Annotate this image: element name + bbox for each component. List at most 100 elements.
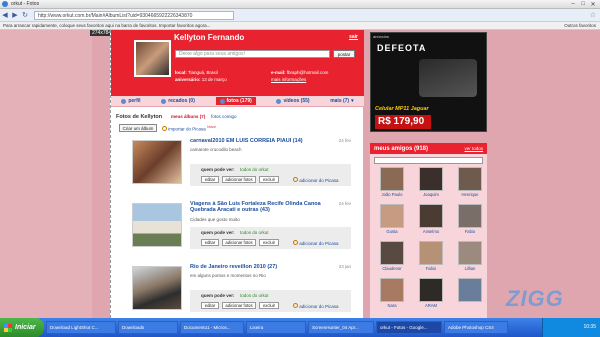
add-photos-button[interactable]: adicionar fotos <box>222 302 256 309</box>
taskbar-item[interactable]: Download LightShot C... <box>46 321 116 334</box>
friend-name[interactable]: Fabio <box>413 266 449 271</box>
page-title: Fotos de Kellyton <box>116 114 163 120</box>
friend-search-input[interactable] <box>374 157 483 164</box>
friend-item[interactable]: Anselmo <box>413 204 449 237</box>
friend-name[interactable]: Claudenor <box>374 266 410 271</box>
friend-item[interactable]: Henrique <box>452 167 488 200</box>
friend-avatar[interactable] <box>380 204 404 228</box>
friend-item[interactable]: Joaquim <box>413 167 449 200</box>
delete-album-button[interactable]: excluir <box>259 176 279 183</box>
import-picasa-link[interactable]: importar do Picasa Novo! <box>162 125 216 132</box>
friend-avatar[interactable] <box>458 278 482 302</box>
email-label: e-mail: <box>271 70 286 75</box>
friend-item[interactable]: Gusta <box>374 204 410 237</box>
address-bar[interactable]: http://www.orkut.com.br/Main#AlbumList?u… <box>34 10 234 20</box>
bookmarks-hint[interactable]: Para arrancar rapidamente, coloque seus … <box>3 23 210 28</box>
profile-header: Kellyton Fernando sair Deixe algo para s… <box>111 30 364 96</box>
taskbar-item[interactable]: Adobe Photoshop CS4 <box>444 321 508 334</box>
friend-item[interactable]: Nara <box>374 278 410 311</box>
create-album-button[interactable]: Criar um álbum <box>119 124 157 132</box>
forward-icon[interactable]: ▶ <box>10 11 20 19</box>
close-icon[interactable]: ✕ <box>589 1 597 8</box>
friend-name[interactable]: João Paulo <box>374 192 410 197</box>
delete-album-button[interactable]: excluir <box>259 239 279 246</box>
tab-recados[interactable]: recados (0) <box>161 98 195 104</box>
add-from-picasa-link[interactable]: adicionar do Picasa <box>293 303 339 309</box>
friend-name[interactable]: Fabio <box>452 229 488 234</box>
friend-avatar[interactable] <box>419 204 443 228</box>
friends-title[interactable]: meus amigos (918) <box>374 146 428 152</box>
friend-name[interactable]: ARAM <box>413 303 449 308</box>
delete-album-button[interactable]: excluir <box>259 302 279 309</box>
album-title[interactable]: Viagens à São Luis Fortaleza Recife Olin… <box>190 201 340 213</box>
profile-avatar[interactable] <box>134 40 171 77</box>
taskbar-item[interactable]: Documento1 - Micros... <box>180 321 244 334</box>
system-clock[interactable]: 10:35 <box>542 318 600 337</box>
album-title[interactable]: carnaval2010 EM LUIS CORREIA PIAUI (14) <box>190 138 303 144</box>
add-from-picasa-label: adicionar do Picasa <box>299 304 339 309</box>
friend-name[interactable]: Henrique <box>452 192 488 197</box>
album-thumbnail[interactable] <box>132 266 182 310</box>
album-thumbnail[interactable] <box>132 203 182 247</box>
friend-avatar[interactable] <box>380 167 404 191</box>
friend-avatar[interactable] <box>458 204 482 228</box>
friend-item[interactable]: João Paulo <box>374 167 410 200</box>
friend-item[interactable] <box>452 278 488 311</box>
post-button[interactable]: postar <box>333 50 355 58</box>
ad-banner[interactable]: anúncios DEFEOTA Celular MP11 Jaguar R$ … <box>370 32 487 132</box>
album-thumbnail[interactable] <box>132 140 182 184</box>
start-button[interactable]: Iniciar <box>0 318 44 337</box>
add-photos-button[interactable]: adicionar fotos <box>222 239 256 246</box>
friend-avatar[interactable] <box>419 241 443 265</box>
tab-perfil[interactable]: perfil <box>121 98 141 104</box>
friend-name[interactable]: Joaquim <box>413 192 449 197</box>
add-from-picasa-link[interactable]: adicionar do Picasa <box>293 240 339 246</box>
album-title[interactable]: Rio de Janeiro reveillon 2010 (27) <box>190 264 277 270</box>
friend-name[interactable]: Nara <box>374 303 410 308</box>
taskbar-item[interactable]: ScreenHunter_04 Apr... <box>308 321 374 334</box>
tab-title[interactable]: orkut - Fotos <box>11 1 39 7</box>
photos-of-me-link[interactable]: fotos comigo <box>211 114 237 119</box>
friend-avatar[interactable] <box>419 278 443 302</box>
friend-item[interactable]: ARAM <box>413 278 449 311</box>
tab-mais[interactable]: mais (7) ▾ <box>330 98 353 104</box>
friend-avatar[interactable] <box>419 167 443 191</box>
visibility-value[interactable]: todos do orkut <box>240 293 269 298</box>
add-photos-button[interactable]: adicionar fotos <box>222 176 256 183</box>
friend-item[interactable]: Fabio <box>413 241 449 274</box>
back-icon[interactable]: ◀ <box>0 11 10 19</box>
friend-avatar[interactable] <box>458 241 482 265</box>
friend-item[interactable]: Claudenor <box>374 241 410 274</box>
edit-album-button[interactable]: editar <box>201 239 219 246</box>
more-info-link[interactable]: mais informações <box>271 77 306 82</box>
edit-album-button[interactable]: editar <box>201 176 219 183</box>
chevron-down-icon: ▾ <box>351 98 354 104</box>
friend-name[interactable]: Lillian <box>452 266 488 271</box>
friend-avatar[interactable] <box>380 241 404 265</box>
tab-videos[interactable]: vídeos (55) <box>276 98 310 104</box>
taskbar-item[interactable]: orkut - Fotos - Google... <box>376 321 442 334</box>
see-all-friends-link[interactable]: ver todos <box>464 146 483 151</box>
friend-item[interactable]: Fabio <box>452 204 488 237</box>
maximize-icon[interactable]: □ <box>579 1 587 8</box>
taskbar-item[interactable]: Lixeira <box>246 321 306 334</box>
scrap-input[interactable]: Deixe algo para seus amigos! <box>175 50 330 58</box>
other-bookmarks[interactable]: Outros favoritos <box>564 22 596 29</box>
profile-name[interactable]: Kellyton Fernando <box>174 33 244 42</box>
tab-fotos[interactable]: fotos (179) <box>215 97 256 105</box>
minimize-icon[interactable]: – <box>569 1 577 8</box>
add-from-picasa-link[interactable]: adicionar do Picasa <box>293 177 339 183</box>
star-icon[interactable]: ☆ <box>590 11 596 19</box>
taskbar-item[interactable]: Downloads <box>118 321 178 334</box>
reload-icon[interactable]: ↻ <box>20 11 30 19</box>
friend-item[interactable]: Lillian <box>452 241 488 274</box>
visibility-value[interactable]: todos do orkut <box>240 230 269 235</box>
visibility-value[interactable]: todos do orkut <box>240 167 269 172</box>
logout-link[interactable]: sair <box>349 34 358 40</box>
friend-avatar[interactable] <box>380 278 404 302</box>
edit-album-button[interactable]: editar <box>201 302 219 309</box>
friend-name[interactable]: Gusta <box>374 229 410 234</box>
friend-name[interactable]: Anselmo <box>413 229 449 234</box>
my-albums-link[interactable]: meus álbuns (7) <box>171 114 205 119</box>
friend-avatar[interactable] <box>458 167 482 191</box>
